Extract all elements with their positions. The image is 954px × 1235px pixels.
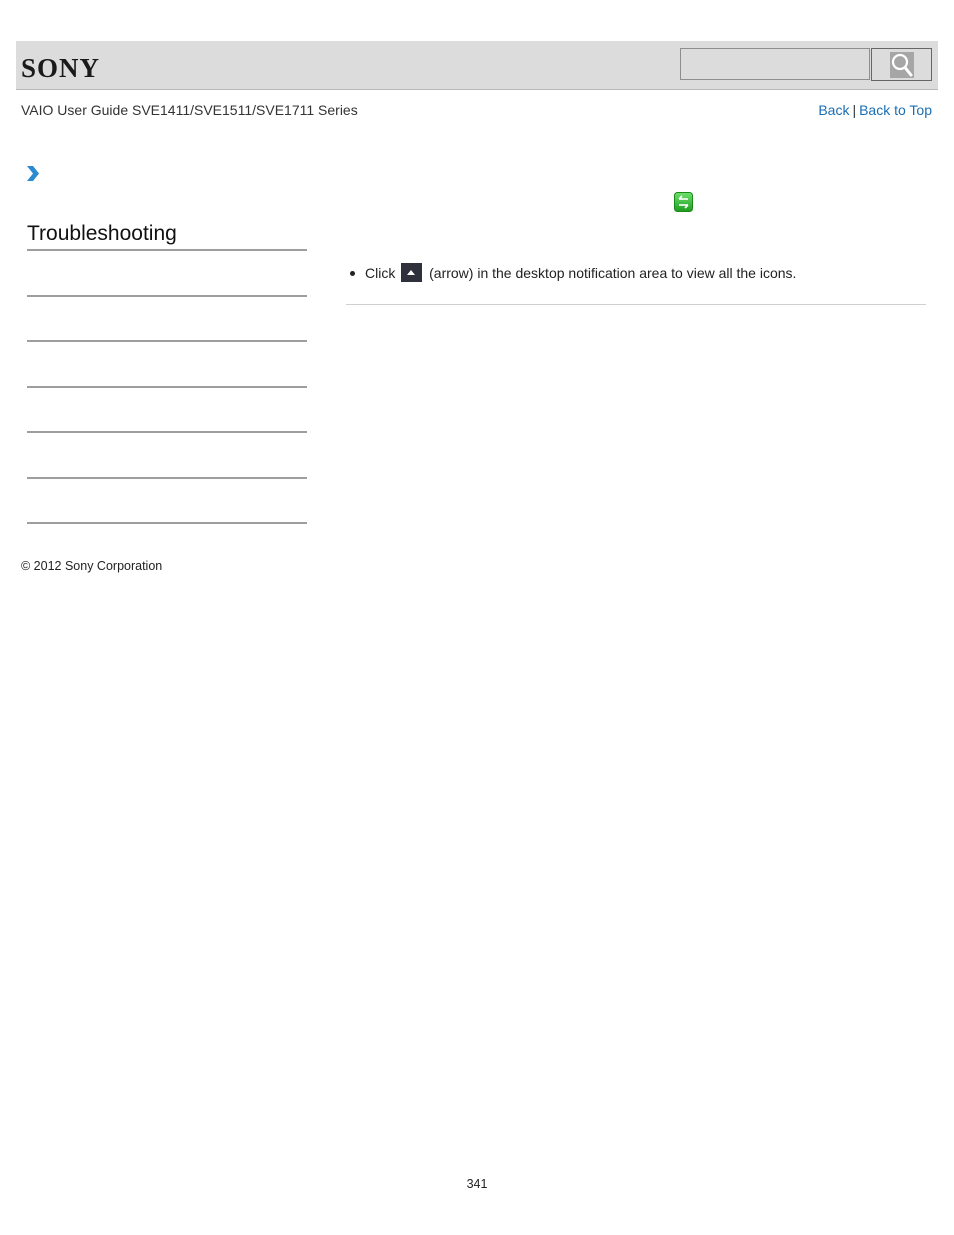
content-divider [346,304,926,305]
nav-links: Back | Back to Top [818,102,932,118]
search-icon [890,52,914,78]
sidebar-link-divider [27,340,307,342]
sidebar-link-divider [27,522,307,524]
back-link[interactable]: Back [818,102,849,118]
search-button[interactable] [871,48,932,81]
search-input[interactable] [680,48,870,80]
sidebar-link-divider [27,431,307,433]
guide-title: VAIO User Guide SVE1411/SVE1511/SVE1711 … [21,102,358,118]
nav-separator: | [852,102,857,118]
sidebar-link-divider [27,477,307,479]
sidebar-link-divider [27,295,307,297]
page-number: 341 [466,1177,488,1191]
section-title: Troubleshooting [27,222,177,245]
section-title-divider [27,249,307,251]
wireless-connection-icon [674,192,693,212]
chevron-right-icon[interactable] [26,165,40,182]
list-item: Click (arrow) in the desktop notificatio… [350,263,797,284]
bullet-icon [350,271,355,276]
sony-logo: SONY [21,53,101,83]
back-to-top-link[interactable]: Back to Top [859,102,932,118]
bullet-suffix: (arrow) in the desktop notification area… [425,265,797,282]
copyright: © 2012 Sony Corporation [21,559,163,573]
arrow-up-icon [401,263,423,282]
bullet-prefix: Click [365,265,400,282]
sidebar-link-divider [27,386,307,388]
